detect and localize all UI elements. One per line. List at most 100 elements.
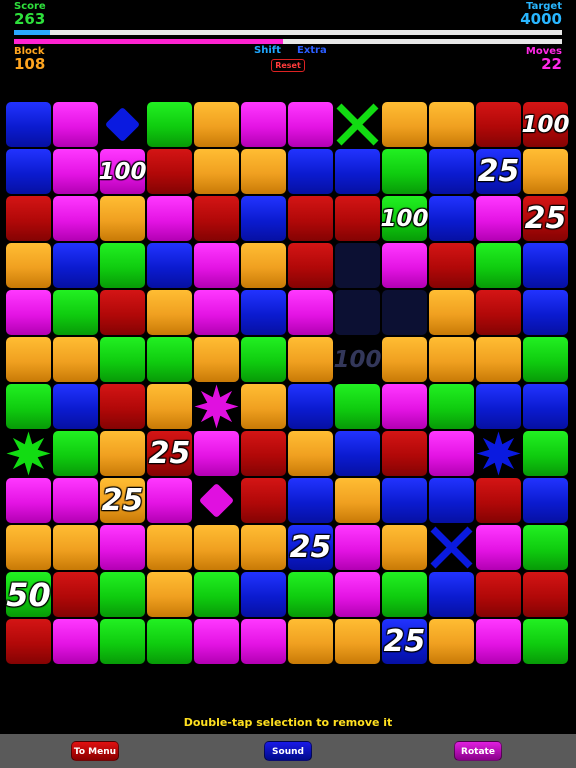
red-tile[interactable] bbox=[335, 196, 380, 241]
magenta-tile[interactable] bbox=[53, 196, 98, 241]
blue-x-piece[interactable] bbox=[429, 525, 474, 570]
red-tile[interactable] bbox=[476, 478, 521, 523]
orange-tile[interactable] bbox=[288, 337, 333, 382]
magenta-tile[interactable] bbox=[53, 619, 98, 664]
blue-tile[interactable]: 25 bbox=[476, 149, 521, 194]
red-tile[interactable] bbox=[476, 572, 521, 617]
orange-tile[interactable] bbox=[241, 243, 286, 288]
red-tile[interactable] bbox=[100, 290, 145, 335]
magenta-tile[interactable] bbox=[335, 572, 380, 617]
green-tile[interactable] bbox=[100, 337, 145, 382]
green-tile[interactable] bbox=[523, 431, 568, 476]
shift-label[interactable]: Shift bbox=[254, 45, 281, 56]
blue-tile[interactable] bbox=[288, 384, 333, 429]
green-tile[interactable] bbox=[382, 149, 427, 194]
orange-tile[interactable] bbox=[523, 149, 568, 194]
blue-tile[interactable] bbox=[6, 102, 51, 147]
empty-cell[interactable] bbox=[382, 290, 427, 335]
red-tile[interactable] bbox=[100, 384, 145, 429]
magenta-tile[interactable] bbox=[53, 478, 98, 523]
orange-tile[interactable] bbox=[429, 290, 474, 335]
blue-tile[interactable] bbox=[335, 149, 380, 194]
green-tile[interactable] bbox=[288, 572, 333, 617]
red-tile[interactable] bbox=[476, 290, 521, 335]
green-tile[interactable] bbox=[100, 619, 145, 664]
blue-tile[interactable] bbox=[6, 149, 51, 194]
magenta-tile[interactable] bbox=[194, 431, 239, 476]
magenta-tile[interactable] bbox=[382, 243, 427, 288]
orange-tile[interactable] bbox=[6, 525, 51, 570]
red-tile[interactable]: 25 bbox=[147, 431, 192, 476]
orange-tile[interactable] bbox=[382, 337, 427, 382]
green-tile[interactable]: 100 bbox=[381, 196, 429, 241]
blue-tile[interactable] bbox=[523, 384, 568, 429]
red-tile[interactable] bbox=[429, 243, 474, 288]
blue-tile[interactable] bbox=[241, 196, 286, 241]
blue-tile[interactable] bbox=[53, 384, 98, 429]
green-tile[interactable] bbox=[241, 337, 286, 382]
red-tile[interactable] bbox=[288, 196, 333, 241]
red-tile[interactable] bbox=[523, 572, 568, 617]
magenta-tile[interactable] bbox=[194, 619, 239, 664]
green-tile[interactable] bbox=[429, 384, 474, 429]
green-tile[interactable] bbox=[194, 572, 239, 617]
orange-tile[interactable] bbox=[429, 337, 474, 382]
magenta-tile[interactable] bbox=[288, 290, 333, 335]
magenta-tile[interactable] bbox=[147, 478, 192, 523]
blue-tile[interactable] bbox=[429, 572, 474, 617]
blue-tile[interactable]: 25 bbox=[382, 619, 427, 664]
blue-tile[interactable]: 25 bbox=[288, 525, 333, 570]
sound-button[interactable]: Sound bbox=[264, 741, 312, 761]
blue-tile[interactable] bbox=[335, 431, 380, 476]
blue-tile[interactable] bbox=[382, 478, 427, 523]
red-tile[interactable] bbox=[53, 572, 98, 617]
magenta-tile[interactable] bbox=[194, 290, 239, 335]
orange-tile[interactable]: 25 bbox=[100, 478, 145, 523]
green-tile[interactable] bbox=[53, 431, 98, 476]
magenta-tile[interactable] bbox=[241, 619, 286, 664]
magenta-tile[interactable] bbox=[147, 196, 192, 241]
green-tile[interactable] bbox=[335, 384, 380, 429]
red-tile[interactable] bbox=[6, 196, 51, 241]
green-star-piece[interactable] bbox=[6, 431, 51, 476]
blue-tile[interactable] bbox=[523, 243, 568, 288]
empty-cell[interactable] bbox=[335, 243, 380, 288]
green-tile[interactable] bbox=[6, 384, 51, 429]
magenta-tile[interactable] bbox=[476, 525, 521, 570]
orange-tile[interactable] bbox=[147, 384, 192, 429]
empty-cell[interactable] bbox=[335, 290, 380, 335]
red-tile[interactable] bbox=[147, 149, 192, 194]
to-menu-button[interactable]: To Menu bbox=[71, 741, 119, 761]
red-tile[interactable] bbox=[6, 619, 51, 664]
reset-button[interactable]: Reset bbox=[271, 59, 305, 72]
magenta-tile[interactable] bbox=[53, 149, 98, 194]
magenta-star-piece[interactable] bbox=[194, 384, 239, 429]
orange-tile[interactable] bbox=[241, 149, 286, 194]
blue-tile[interactable] bbox=[523, 290, 568, 335]
green-tile[interactable]: 50 bbox=[6, 572, 51, 617]
blue-tile[interactable] bbox=[147, 243, 192, 288]
rotate-button[interactable]: Rotate bbox=[454, 741, 502, 761]
blue-star-piece[interactable] bbox=[476, 431, 521, 476]
orange-tile[interactable] bbox=[100, 196, 145, 241]
green-tile[interactable] bbox=[523, 525, 568, 570]
red-tile[interactable] bbox=[241, 431, 286, 476]
red-tile[interactable] bbox=[288, 243, 333, 288]
blue-tile[interactable] bbox=[523, 478, 568, 523]
orange-tile[interactable] bbox=[147, 525, 192, 570]
blue-tile[interactable] bbox=[476, 384, 521, 429]
blue-tile[interactable] bbox=[429, 196, 474, 241]
orange-tile[interactable] bbox=[6, 337, 51, 382]
orange-tile[interactable] bbox=[429, 619, 474, 664]
blue-tile[interactable] bbox=[429, 149, 474, 194]
green-tile[interactable] bbox=[100, 243, 145, 288]
green-tile[interactable] bbox=[382, 572, 427, 617]
orange-tile[interactable] bbox=[100, 431, 145, 476]
orange-tile[interactable] bbox=[476, 337, 521, 382]
blue-tile[interactable] bbox=[288, 478, 333, 523]
orange-tile[interactable] bbox=[147, 572, 192, 617]
red-tile[interactable]: 100 bbox=[522, 102, 570, 147]
green-tile[interactable] bbox=[147, 337, 192, 382]
orange-tile[interactable] bbox=[194, 102, 239, 147]
orange-tile[interactable] bbox=[382, 525, 427, 570]
